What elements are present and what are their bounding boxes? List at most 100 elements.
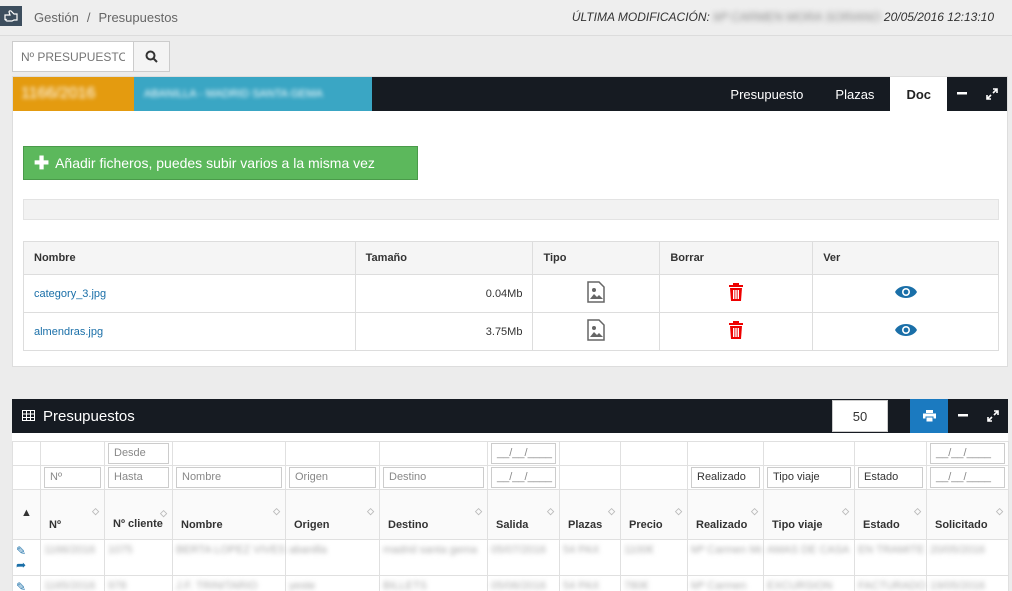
date-from-filter[interactable]: Desde xyxy=(108,443,169,464)
cell: 1075 xyxy=(104,539,173,576)
trip-type-filter[interactable]: Tipo viaje xyxy=(767,467,851,488)
hand-point-right-icon[interactable] xyxy=(0,6,22,26)
minimize-icon[interactable] xyxy=(948,399,978,433)
files-table-header: Nombre Tamaño Tipo Borrar Ver xyxy=(23,241,999,275)
col-numero-cliente[interactable]: Nº cliente ◇ xyxy=(104,489,173,540)
trash-icon xyxy=(729,283,744,301)
budget-detail-panel: 1166/2016 ABANILLA - MADRID SANTA GEMA P… xyxy=(12,76,1008,367)
print-button[interactable] xyxy=(910,399,948,433)
file-size: 3.75Mb xyxy=(354,312,534,351)
budgets-table-header: ▲ Nº ◇ Nº cliente ◇ Nombre ◇ Origen ◇ Destin… xyxy=(12,489,1009,540)
edit-icon[interactable]: ✎ xyxy=(16,544,26,558)
trash-icon xyxy=(729,321,744,339)
number-filter[interactable]: Nº xyxy=(44,467,101,488)
cell: FACTURADO xyxy=(854,575,927,591)
file-size: 0.04Mb xyxy=(354,274,534,313)
budget-tabs: Presupuesto Plazas Doc xyxy=(714,77,1007,111)
files-table: Nombre Tamaño Tipo Borrar Ver category_3… xyxy=(23,241,999,351)
col-origen[interactable]: Origen ◇ xyxy=(285,489,380,540)
cell: 780€ xyxy=(620,575,688,591)
col-tipo: Tipo xyxy=(532,241,661,275)
breadcrumb-section[interactable]: Gestión xyxy=(34,10,79,25)
col-destino[interactable]: Destino ◇ xyxy=(379,489,488,540)
table-row: category_3.jpg 0.04Mb xyxy=(23,274,999,313)
cell: 54 PAX xyxy=(559,539,621,576)
search-button[interactable] xyxy=(134,41,170,72)
budget-panel-header: 1166/2016 ABANILLA - MADRID SANTA GEMA P… xyxy=(13,77,1007,111)
view-file-button[interactable] xyxy=(812,274,999,313)
add-files-button[interactable]: ✚ Añadir ficheros, puedes subir varios a… xyxy=(23,146,418,180)
cell: 978 xyxy=(104,575,173,591)
date-to-filter[interactable]: Hasta xyxy=(108,467,169,488)
requested-from-filter[interactable]: __/__/____ xyxy=(930,443,1005,464)
cell: madrid santa gema xyxy=(379,539,488,576)
tab-presupuesto[interactable]: Presupuesto xyxy=(714,77,819,111)
cell: 1100€ xyxy=(620,539,688,576)
budget-client-badge: ABANILLA - MADRID SANTA GEMA xyxy=(134,77,372,111)
delete-file-button[interactable] xyxy=(659,312,814,351)
budget-number-search-input[interactable] xyxy=(12,41,134,72)
origin-filter[interactable]: Origen xyxy=(289,467,376,488)
share-icon[interactable]: ➦ xyxy=(16,558,26,572)
cell: 20/05/2016 xyxy=(926,539,1009,576)
table-row[interactable]: ✎ 1165/2016 978 J.F. TRINITARIO yeste BI… xyxy=(12,575,1009,591)
cell: yeste xyxy=(285,575,380,591)
add-files-label: Añadir ficheros, puedes subir varios a l… xyxy=(55,155,375,171)
tab-plazas[interactable]: Plazas xyxy=(819,77,890,111)
col-plazas[interactable]: Plazas ◇ xyxy=(559,489,621,540)
budgets-list-header: Presupuestos 50 xyxy=(12,399,1008,433)
col-ver: Ver xyxy=(812,241,999,275)
sort-toggle[interactable]: ▲ xyxy=(12,489,41,540)
last-modified-label: ÚLTIMA MODIFICACIÓN: xyxy=(571,10,710,24)
upload-progress-bar xyxy=(23,199,999,220)
cell: EXCURSION xyxy=(763,575,855,591)
breadcrumb: Gestión / Presupuestos xyxy=(34,10,178,25)
col-precio[interactable]: Precio ◇ xyxy=(620,489,688,540)
image-file-icon xyxy=(532,274,661,313)
col-numero[interactable]: Nº ◇ xyxy=(40,489,105,540)
cell: EN TRAMITE xyxy=(854,539,927,576)
page-size-input[interactable]: 50 xyxy=(832,400,888,432)
panel-title: Presupuestos xyxy=(22,399,135,433)
col-realizado[interactable]: Realizado ◇ xyxy=(687,489,764,540)
departure-from-filter[interactable]: __/__/____ xyxy=(491,443,556,464)
tab-doc[interactable]: Doc xyxy=(890,77,947,111)
list-controls: 50 xyxy=(832,399,1008,433)
cell: 05/06/2016 xyxy=(487,575,560,591)
minimize-icon[interactable] xyxy=(947,77,977,111)
file-name-link[interactable]: almendras.jpg xyxy=(23,312,356,351)
file-name-link[interactable]: category_3.jpg xyxy=(23,274,356,313)
budgets-table: Desde __/__/____ __/__/____ Nº Hasta Nom… xyxy=(12,441,1009,591)
destination-filter[interactable]: Destino xyxy=(383,467,484,488)
col-solicitado[interactable]: Solicitado ◇ xyxy=(926,489,1009,540)
expand-icon[interactable] xyxy=(978,399,1008,433)
departure-to-filter[interactable]: __/__/____ xyxy=(491,467,556,488)
last-modified-datetime: 20/05/2016 12:13:10 xyxy=(883,10,994,24)
name-filter[interactable]: Nombre xyxy=(176,467,282,488)
view-file-button[interactable] xyxy=(812,312,999,351)
col-estado[interactable]: Estado ◇ xyxy=(854,489,927,540)
done-by-filter[interactable]: Realizado xyxy=(691,467,760,488)
col-tamano: Tamaño xyxy=(354,241,534,275)
expand-icon[interactable] xyxy=(977,77,1007,111)
table-row[interactable]: ✎ ➦ 1166/2016 1075 BERTA LOPEZ VIVES aban… xyxy=(12,539,1009,576)
col-salida[interactable]: Salida ◇ xyxy=(487,489,560,540)
eye-icon xyxy=(894,324,917,336)
cell: BERTA LOPEZ VIVES xyxy=(172,539,286,576)
print-icon xyxy=(922,410,936,422)
breadcrumb-page: Presupuestos xyxy=(98,10,178,25)
plus-icon: ✚ xyxy=(34,152,50,173)
search-icon xyxy=(145,50,158,63)
status-filter[interactable]: Estado xyxy=(858,467,923,488)
edit-icon[interactable]: ✎ xyxy=(16,580,26,591)
last-modified-user: Mª CARMEN MORA SORIANO xyxy=(713,10,881,24)
delete-file-button[interactable] xyxy=(659,274,814,313)
cell: abanilla xyxy=(285,539,380,576)
filter-row-1: Desde __/__/____ __/__/____ xyxy=(12,441,1009,466)
requested-to-filter[interactable]: __/__/____ xyxy=(930,467,1005,488)
col-tipo-viaje[interactable]: Tipo viaje ◇ xyxy=(763,489,855,540)
eye-icon xyxy=(894,286,917,298)
col-nombre[interactable]: Nombre ◇ xyxy=(172,489,286,540)
cell: 1165/2016 xyxy=(40,575,105,591)
cell: Mª Carmen xyxy=(687,575,764,591)
